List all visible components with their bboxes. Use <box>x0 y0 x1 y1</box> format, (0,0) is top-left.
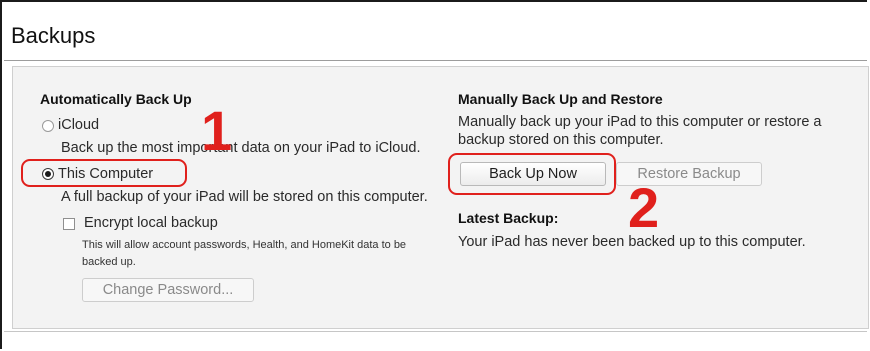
latest-backup-heading: Latest Backup: <box>458 210 559 226</box>
change-password-button[interactable]: Change Password... <box>82 278 254 302</box>
manual-backup-heading: Manually Back Up and Restore <box>458 91 663 107</box>
encrypt-checkbox[interactable] <box>63 218 75 230</box>
encrypt-description-line1: This will allow account passwords, Healt… <box>82 239 407 251</box>
icloud-description: Back up the most important data on your … <box>61 140 421 156</box>
manual-backup-description-line1: Manually back up your iPad to this compu… <box>458 114 822 130</box>
section-title: Backups <box>11 23 96 48</box>
step1-highlight-box <box>21 159 187 187</box>
manual-backup-description-line2: backup stored on this computer. <box>458 132 664 148</box>
step2-highlight-box <box>448 153 616 195</box>
bottom-divider <box>4 331 867 332</box>
step1-number: 1 <box>201 99 233 162</box>
encrypt-description-line2: backed up. <box>82 256 136 268</box>
this-computer-description: A full backup of your iPad will be store… <box>61 189 428 205</box>
icloud-radio[interactable] <box>42 120 54 132</box>
icloud-label[interactable]: iCloud <box>58 117 99 133</box>
encrypt-label[interactable]: Encrypt local backup <box>84 215 218 231</box>
backups-window: Backups Automatically Back Up iCloud Bac… <box>0 0 869 349</box>
auto-backup-heading: Automatically Back Up <box>40 91 192 107</box>
title-divider <box>4 60 867 61</box>
step2-number: 2 <box>628 176 660 239</box>
encrypt-description: This will allow account passwords, Healt… <box>82 237 406 271</box>
